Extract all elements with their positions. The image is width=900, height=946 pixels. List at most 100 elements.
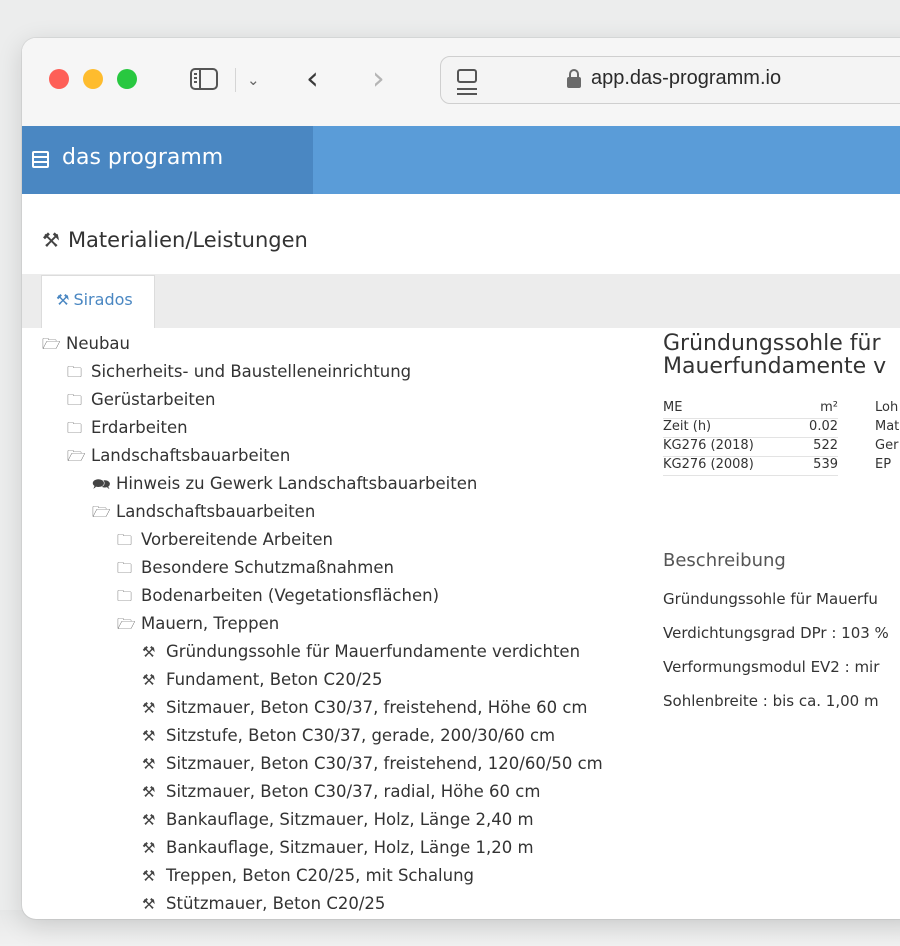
tree-item[interactable]: 🗀 Gerüstarbeiten [67, 386, 215, 414]
table-row: ME m² [663, 398, 838, 419]
folder-icon: 🗀 [67, 363, 83, 381]
hammer-icon: ⚒ [142, 643, 156, 661]
minimize-window-button[interactable] [83, 69, 103, 89]
comments-icon: 🗪 [92, 475, 111, 493]
folder-icon: 🗀 [67, 391, 83, 409]
tree-item[interactable]: 🗀 Besondere Schutzmaßnahmen [117, 554, 394, 582]
folder-open-icon: 🗁 [117, 615, 136, 633]
tree-item[interactable]: 🗁 Landschaftsbauarbeiten [92, 498, 315, 526]
description-line: Sohlenbreite : bis ca. 1,00 m [663, 692, 879, 710]
tree-item[interactable]: ⚒ Treppen, Beton C20/25, mit Schalung [142, 862, 474, 890]
tree-item[interactable]: ⚒ Sitzmauer, Beton C30/37, freistehend, 1… [142, 750, 603, 778]
hammer-icon: ⚒ [142, 895, 156, 913]
tree-item-label: Landschaftsbauarbeiten [116, 502, 316, 521]
detail-title-line2: Mauerfundamente v [663, 354, 887, 379]
tree-item[interactable]: ⚒ Bankauflage, Sitzmauer, Holz, Länge 1,2… [142, 834, 534, 862]
tab-bar: ⚒ Sirados [22, 274, 900, 328]
tree-item-label: Gründungssohle für Mauerfundamente verdi… [166, 642, 581, 661]
tree-item-label: Treppen, Beton C20/25, mit Schalung [166, 866, 475, 885]
tree-item[interactable]: ⚒ Fundament, Beton C20/25 [142, 666, 383, 694]
description-heading: Beschreibung [663, 550, 786, 571]
toolbar-divider [235, 68, 236, 92]
app-header: das programm [22, 126, 900, 194]
detail-title-line1: Gründungssohle für [663, 331, 881, 356]
zoom-window-button[interactable] [117, 69, 137, 89]
table-row: Zeit (h) 0.02 [663, 417, 838, 438]
hammer-icon: ⚒ [142, 783, 156, 801]
tree-item[interactable]: 🗁 Landschaftsbauarbeiten [67, 442, 290, 470]
hammer-icon: ⚒ [142, 811, 156, 829]
url-text[interactable]: app.das-programm.io [591, 67, 781, 90]
sidebar-toggle-icon[interactable] [190, 68, 218, 90]
table-key: Zeit (h) [663, 419, 712, 434]
folder-icon: 🗀 [67, 419, 83, 437]
server-icon [32, 151, 49, 168]
detail-title: Gründungssohle für Mauerfundamente v [663, 332, 900, 378]
hammer-icon: ⚒ [142, 839, 156, 857]
tree-item[interactable]: 🗁 Neubau [42, 330, 130, 358]
back-button[interactable]: ‹ [306, 60, 319, 96]
lock-icon [567, 69, 581, 88]
hammer-icon: ⚒ [142, 699, 156, 717]
tree-item[interactable]: 🗀 Erdarbeiten [67, 414, 188, 442]
brand-name: das programm [62, 145, 224, 170]
table-key: KG276 (2018) [663, 438, 754, 453]
tree-item-label: Erdarbeiten [91, 418, 188, 437]
table-key-secondary: Mat [875, 419, 900, 434]
folder-icon: 🗀 [117, 531, 133, 549]
tree-item[interactable]: 🗪 Hinweis zu Gewerk Landschaftsbauarbeite… [92, 470, 477, 498]
tree-item[interactable]: 🗀 Vorbereitende Arbeiten [117, 526, 333, 554]
hammer-icon: ⚒ [142, 727, 156, 745]
tree-item-label: Sitzmauer, Beton C30/37, freistehend, Hö… [166, 698, 588, 717]
table-key-secondary: EP [875, 457, 892, 472]
hammer-icon: ⚒ [142, 671, 156, 689]
table-key: ME [663, 400, 683, 415]
tab-label: Sirados [73, 290, 133, 309]
tree-item[interactable]: ⚒ Stützmauer, Beton C20/25 [142, 890, 385, 918]
description-line: Gründungssohle für Mauerfu [663, 590, 878, 608]
tree-item-label: Mauern, Treppen [141, 614, 280, 633]
table-value: m² [820, 400, 838, 415]
tree-item-label: Sitzmauer, Beton C30/37, radial, Höhe 60… [166, 782, 541, 801]
table-key-secondary: Ger [875, 438, 899, 453]
tree-item[interactable]: 🗁 Mauern, Treppen [117, 610, 279, 638]
page-title: ⚒ Materialien/Leistungen [42, 228, 308, 252]
browser-toolbar: ⌄ ‹ › app.das-programm.io [22, 38, 900, 127]
tree-item-label: Hinweis zu Gewerk Landschaftsbauarbeiten [116, 474, 478, 493]
tree-item[interactable]: ⚒ Gründungssohle für Mauerfundamente verd… [142, 638, 580, 666]
tree-item[interactable]: ⚒ Sitzmauer, Beton C30/37, freistehend, H… [142, 694, 588, 722]
forward-button[interactable]: › [372, 60, 385, 96]
tree-item[interactable]: ⚒ Sitzmauer, Beton C30/37, radial, Höhe 6… [142, 778, 540, 806]
description-line: Verformungsmodul EV2 : mir [663, 658, 880, 676]
folder-icon: 🗀 [117, 559, 133, 577]
folder-open-icon: 🗁 [67, 447, 86, 465]
tree-item-label: Fundament, Beton C20/25 [166, 670, 383, 689]
tab-sirados[interactable]: ⚒ Sirados [41, 275, 155, 328]
tree-item[interactable]: ⚒ Bankauflage, Sitzmauer, Holz, Länge 2,4… [142, 806, 534, 834]
table-value: 0.02 [809, 419, 838, 434]
table-key-secondary: Loh [875, 400, 899, 415]
tree-item-label: Gerüstarbeiten [91, 390, 216, 409]
hammer-icon: ⚒ [142, 867, 156, 885]
hammer-icon: ⚒ [142, 755, 156, 773]
folder-open-icon: 🗁 [92, 503, 111, 521]
brand[interactable]: das programm [22, 126, 313, 194]
table-value: 522 [813, 438, 838, 453]
address-bar[interactable]: app.das-programm.io [440, 56, 900, 104]
tree-item-label: Bodenarbeiten (Vegetationsflächen) [141, 586, 440, 605]
table-value: 539 [813, 457, 838, 472]
reader-icon[interactable] [457, 69, 477, 90]
tree-item-label: Sitzstufe, Beton C30/37, gerade, 200/30/… [166, 726, 556, 745]
tree-item-label: Sicherheits- und Baustelleneinrichtung [91, 362, 412, 381]
tree-item[interactable]: ⚒ Sitzstufe, Beton C30/37, gerade, 200/30… [142, 722, 555, 750]
close-window-button[interactable] [49, 69, 69, 89]
description-line: Verdichtungsgrad DPr : 103 % [663, 624, 889, 642]
tree-item-label: Sitzmauer, Beton C30/37, freistehend, 12… [166, 754, 603, 773]
tree-item-label: Bankauflage, Sitzmauer, Holz, Länge 2,40… [166, 810, 534, 829]
page-title-text: Materialien/Leistungen [67, 228, 308, 252]
tree-item-label: Neubau [66, 334, 130, 353]
tree-item[interactable]: 🗀 Sicherheits- und Baustelleneinrichtung [67, 358, 411, 386]
tree-item[interactable]: 🗀 Bodenarbeiten (Vegetationsflächen) [117, 582, 439, 610]
chevron-down-icon[interactable]: ⌄ [247, 71, 260, 89]
hammer-icon: ⚒ [56, 291, 70, 309]
